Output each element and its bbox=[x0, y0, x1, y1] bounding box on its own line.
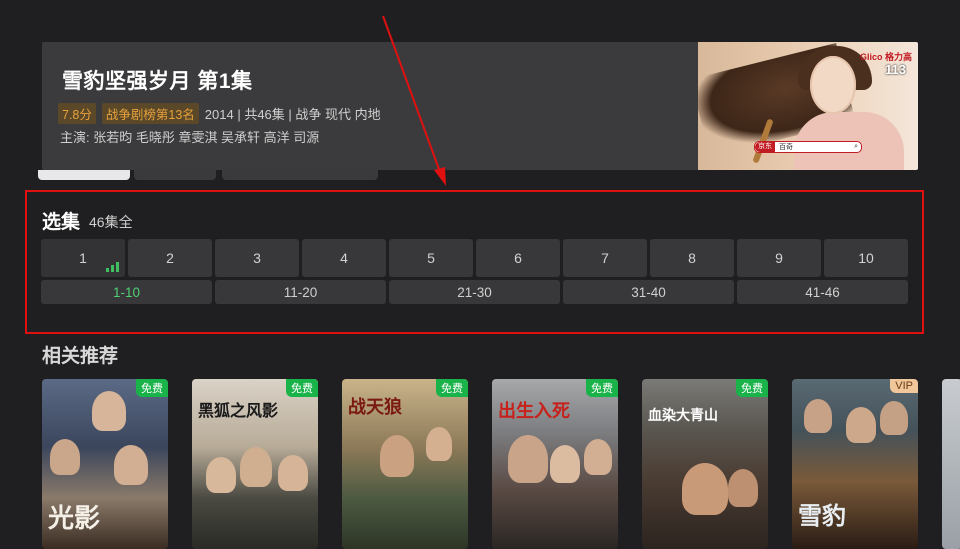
recommend-heading: 相关推荐 bbox=[42, 346, 119, 367]
free-badge: 免费 bbox=[436, 379, 468, 397]
poster-card[interactable]: 战天狼 免费 bbox=[342, 379, 468, 549]
free-badge: 免费 bbox=[136, 379, 168, 397]
poster-title: 战天狼 bbox=[348, 397, 402, 418]
poster-title: 光影 bbox=[48, 504, 101, 534]
poster-card[interactable]: 雪豹 VIP bbox=[792, 379, 918, 549]
free-badge: 免费 bbox=[586, 379, 618, 397]
poster-card[interactable]: 出生入死 免费 bbox=[492, 379, 618, 549]
free-badge: 免费 bbox=[286, 379, 318, 397]
poster-card[interactable]: 光影 免费 bbox=[42, 379, 168, 549]
poster-title: 出生入死 bbox=[498, 401, 570, 422]
poster-title: 黑狐之风影 bbox=[198, 401, 279, 420]
recommend-row: 光影 免费 黑狐之风影 免费 战天狼 免费 出生入死 免费 血染大青山 免费 雪… bbox=[42, 379, 960, 549]
poster-card[interactable]: 黑狐之风影 免费 bbox=[192, 379, 318, 549]
free-badge: 免费 bbox=[736, 379, 768, 397]
poster-card[interactable]: 血染大青山 免费 bbox=[642, 379, 768, 549]
poster-title: 血染大青山 bbox=[648, 408, 718, 424]
poster-card-partial[interactable] bbox=[942, 379, 960, 549]
poster-title: 雪豹 bbox=[798, 501, 846, 530]
vip-badge: VIP bbox=[890, 379, 918, 393]
